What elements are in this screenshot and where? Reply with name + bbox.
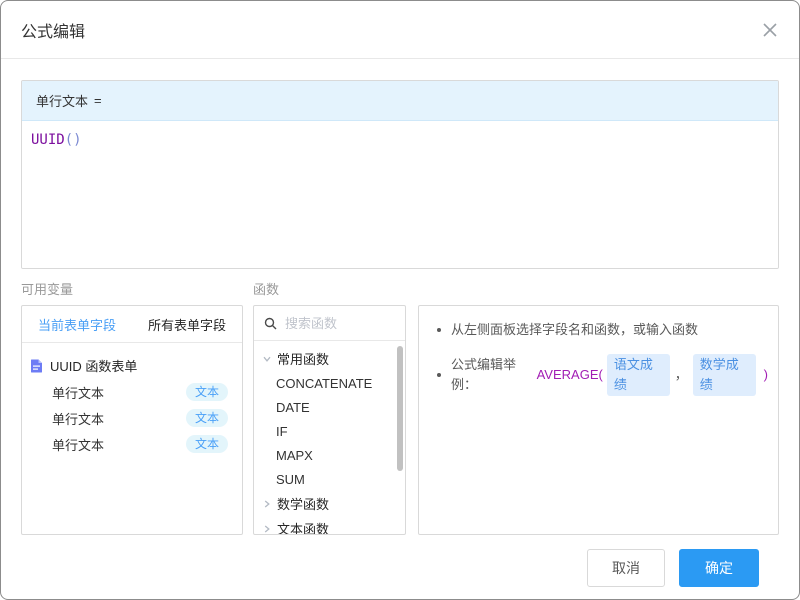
function-item-date[interactable]: DATE — [254, 395, 405, 419]
field-row[interactable]: 单行文本 文本 — [22, 405, 242, 431]
variables-tabs: 当前表单字段 所有表单字段 — [22, 306, 242, 343]
field-name: 单行文本 — [52, 435, 104, 454]
formula-code-input[interactable]: UUID() — [22, 121, 778, 268]
formula-target-field: 单行文本 — [36, 91, 88, 110]
function-search-input[interactable] — [285, 316, 395, 331]
function-list-scrollbar[interactable] — [397, 346, 403, 471]
chevron-down-icon — [262, 354, 272, 364]
confirm-button[interactable]: 确定 — [679, 549, 759, 587]
tips-label-spacer — [418, 279, 779, 297]
tips-panel: 从左侧面板选择字段名和函数，或输入函数 公式编辑举例： AVERAGE( 语文成… — [418, 305, 779, 535]
cancel-button[interactable]: 取消 — [587, 549, 665, 587]
field-type-badge: 文本 — [186, 383, 228, 401]
formula-editor: 单行文本 = UUID() — [21, 80, 779, 269]
chevron-right-icon — [262, 499, 272, 509]
function-list: 常用函数 CONCATENATE DATE IF MAPX SUM 数学函数 — [254, 341, 405, 535]
bullet-dot — [437, 328, 441, 332]
field-chip-chinese-score: 语文成绩 — [607, 354, 670, 396]
field-row[interactable]: 单行文本 文本 — [22, 379, 242, 405]
group-math-functions[interactable]: 数学函数 — [254, 491, 405, 516]
variables-label: 可用变量 — [21, 279, 243, 297]
dialog-footer: 取消 确定 — [21, 535, 779, 587]
variables-panel: 当前表单字段 所有表单字段 — [21, 305, 243, 535]
tip-line-1: 从左侧面板选择字段名和函数，或输入函数 — [433, 320, 768, 340]
dialog-body: 单行文本 = UUID() 可用变量 当前表单字段 所有表单字段 — [1, 80, 799, 587]
tab-current-form-fields[interactable]: 当前表单字段 — [22, 306, 132, 342]
function-item-mapx[interactable]: MAPX — [254, 443, 405, 467]
tip-comma: ， — [675, 365, 688, 385]
variables-column: 可用变量 当前表单字段 所有表单字段 — [21, 279, 243, 535]
tip-example-function: AVERAGE( — [537, 365, 603, 385]
formula-edit-dialog: 公式编辑 单行文本 = UUID() 可用变量 当前表 — [0, 0, 800, 600]
code-token-parens: () — [65, 132, 82, 148]
field-name: 单行文本 — [52, 383, 104, 402]
tree-form-node[interactable]: UUID 函数表单 — [22, 352, 242, 379]
group-common-functions[interactable]: 常用函数 — [254, 346, 405, 371]
bullet-dot — [437, 373, 441, 377]
variables-tree: UUID 函数表单 单行文本 文本 单行文本 文本 单行文本 文本 — [22, 343, 242, 457]
group-label: 常用函数 — [277, 349, 329, 368]
tip-text: 从左侧面板选择字段名和函数，或输入函数 — [451, 320, 698, 340]
tips-column: 从左侧面板选择字段名和函数，或输入函数 公式编辑举例： AVERAGE( 语文成… — [418, 279, 779, 535]
form-document-icon — [30, 359, 43, 373]
close-icon[interactable] — [761, 21, 779, 39]
panels-row: 可用变量 当前表单字段 所有表单字段 — [21, 279, 779, 535]
functions-column: 函数 — [253, 279, 406, 535]
tab-all-form-fields[interactable]: 所有表单字段 — [132, 306, 242, 342]
field-row[interactable]: 单行文本 文本 — [22, 431, 242, 457]
group-label: 数学函数 — [277, 494, 329, 513]
dialog-title: 公式编辑 — [21, 18, 85, 42]
dialog-header: 公式编辑 — [1, 1, 799, 59]
tip-example-prefix: 公式编辑举例： — [451, 355, 537, 395]
functions-panel: 常用函数 CONCATENATE DATE IF MAPX SUM 数学函数 — [253, 305, 406, 535]
group-text-functions[interactable]: 文本函数 — [254, 516, 405, 535]
chevron-right-icon — [262, 524, 272, 534]
function-item-if[interactable]: IF — [254, 419, 405, 443]
tip-close-paren: ) — [764, 365, 768, 385]
field-chip-math-score: 数学成绩 — [693, 354, 756, 396]
function-item-concatenate[interactable]: CONCATENATE — [254, 371, 405, 395]
field-name: 单行文本 — [52, 409, 104, 428]
tip-line-2: 公式编辑举例： AVERAGE( 语文成绩 ， 数学成绩 ) — [433, 354, 768, 396]
field-type-badge: 文本 — [186, 409, 228, 427]
field-type-badge: 文本 — [186, 435, 228, 453]
formula-target-bar: 单行文本 = — [22, 81, 778, 121]
functions-label: 函数 — [253, 279, 406, 297]
function-search-bar — [254, 306, 405, 341]
form-node-label: UUID 函数表单 — [50, 356, 137, 375]
equals-sign: = — [94, 93, 102, 108]
function-item-sum[interactable]: SUM — [254, 467, 405, 491]
search-icon — [264, 317, 277, 330]
code-token-function: UUID — [31, 132, 65, 148]
group-label: 文本函数 — [277, 519, 329, 535]
